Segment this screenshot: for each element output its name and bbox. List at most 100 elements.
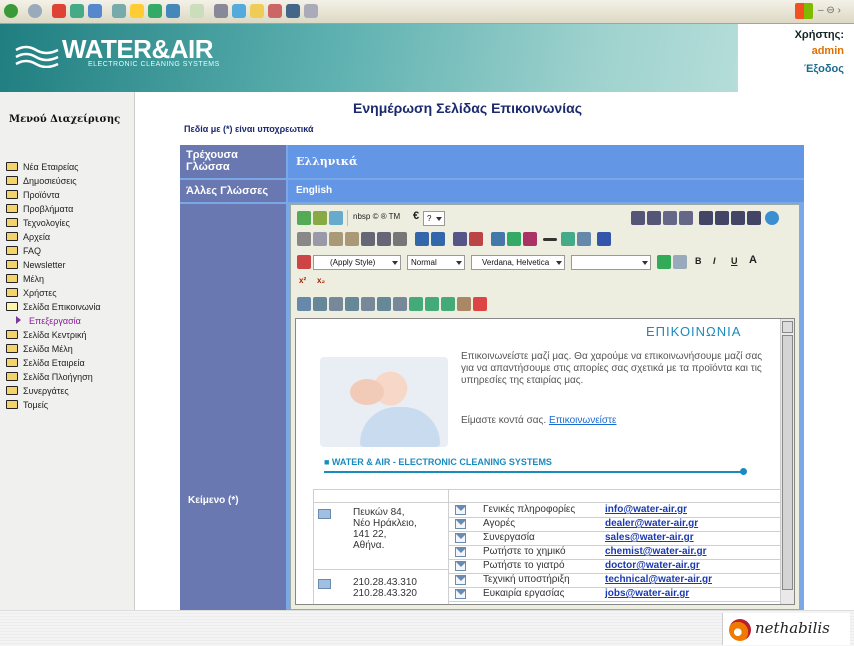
flash-icon[interactable] <box>523 232 537 246</box>
cut-icon[interactable] <box>297 232 311 246</box>
logout-link[interactable]: Έξοδος <box>738 63 844 75</box>
insert-image-icon[interactable] <box>561 232 575 246</box>
outdent-icon[interactable] <box>663 211 677 225</box>
insert-row-icon[interactable] <box>345 297 359 311</box>
sidebar-item-faq[interactable]: FAQ <box>6 244 101 258</box>
justify-icon[interactable] <box>747 211 761 225</box>
table-properties-icon[interactable] <box>297 297 311 311</box>
subscript-button[interactable]: x₂ <box>317 276 325 285</box>
align-right-icon[interactable] <box>731 211 745 225</box>
sidebar-item-problems[interactable]: Προβλήματα <box>6 202 101 216</box>
style-select[interactable]: (Apply Style) <box>313 255 401 270</box>
contact-email[interactable]: doctor@water-air.gr <box>605 560 700 571</box>
sidebar-item-main-page[interactable]: Σελίδα Κεντρική <box>6 328 101 342</box>
other-language-link[interactable]: English <box>288 180 804 202</box>
anchor-icon[interactable] <box>491 232 505 246</box>
split-cell-icon[interactable] <box>377 297 391 311</box>
contact-email[interactable]: technical@water-air.gr <box>605 574 712 585</box>
media-icon[interactable] <box>148 4 162 18</box>
align-center-icon[interactable] <box>715 211 729 225</box>
form-icon[interactable] <box>597 232 611 246</box>
scroll-thumb[interactable] <box>782 335 793 590</box>
contact-email[interactable]: sales@water-air.gr <box>605 532 694 543</box>
sidebar-item-edit[interactable]: Επεξεργασία <box>6 314 101 328</box>
sidebar-item-newsletter[interactable]: Newsletter <box>6 258 101 272</box>
mail-icon[interactable] <box>190 4 204 18</box>
table-icon[interactable] <box>313 211 327 225</box>
ordered-list-icon[interactable] <box>631 211 645 225</box>
delete-row-icon[interactable] <box>361 297 375 311</box>
paste-text-icon[interactable] <box>345 232 359 246</box>
edit-icon[interactable] <box>232 4 246 18</box>
insert-column-icon[interactable] <box>313 297 327 311</box>
undo-icon[interactable] <box>415 232 429 246</box>
research-icon[interactable] <box>268 4 282 18</box>
spellcheck-icon[interactable] <box>297 211 311 225</box>
euro-button[interactable]: € <box>413 210 419 222</box>
merge-cells-icon[interactable] <box>393 297 407 311</box>
forward-icon[interactable] <box>28 4 42 18</box>
cell-properties-icon[interactable] <box>409 297 423 311</box>
redo-icon[interactable] <box>431 232 445 246</box>
scroll-up-button[interactable] <box>782 321 793 333</box>
home-icon[interactable] <box>88 4 102 18</box>
contact-email[interactable]: chemist@water-air.gr <box>605 546 706 557</box>
font-a-button[interactable]: A <box>749 254 757 266</box>
sidebar-item-users[interactable]: Χρήστες <box>6 286 101 300</box>
help-icon[interactable] <box>765 211 779 225</box>
question-select[interactable]: ? <box>423 211 445 226</box>
search-icon[interactable] <box>112 4 126 18</box>
italic-button[interactable]: I <box>713 256 716 266</box>
history-icon[interactable] <box>166 4 180 18</box>
sidebar-item-members-page[interactable]: Σελίδα Μέλη <box>6 342 101 356</box>
contact-email[interactable]: jobs@water-air.gr <box>605 588 689 599</box>
contact-email[interactable]: dealer@water-air.gr <box>605 518 698 529</box>
bold-button[interactable]: B <box>695 256 702 266</box>
sidebar-item-contact-page[interactable]: Σελίδα Επικοινωνία <box>6 300 101 314</box>
column-properties-icon[interactable] <box>441 297 455 311</box>
calendar-icon[interactable] <box>473 297 487 311</box>
horizontal-rule-icon[interactable] <box>543 238 557 241</box>
messenger-icon[interactable] <box>286 4 300 18</box>
nethabilis-brand[interactable]: nethabilis <box>722 613 850 645</box>
editor-content-area[interactable]: ΕΠΙΚΟΙΝΩΝΙΑ Επικοινωνείστε μαζί μας. Θα … <box>295 318 795 605</box>
highlight-icon[interactable] <box>673 255 687 269</box>
sidebar-item-sectors[interactable]: Τομείς <box>6 398 101 412</box>
size-select[interactable] <box>571 255 651 270</box>
sidebar-item-company-page[interactable]: Σελίδα Εταιρεία <box>6 356 101 370</box>
sidebar-item-navigation-page[interactable]: Σελίδα Πλοήγηση <box>6 370 101 384</box>
sidebar-item-company-news[interactable]: Νέα Εταιρείας <box>6 160 101 174</box>
underline-button[interactable]: U <box>731 256 738 266</box>
superscript-button[interactable]: x² <box>299 276 306 285</box>
insert-table-icon[interactable] <box>577 232 591 246</box>
special-chars-icon[interactable] <box>329 211 343 225</box>
refresh-icon[interactable] <box>70 4 84 18</box>
print-icon[interactable] <box>214 4 228 18</box>
stop-icon[interactable] <box>52 4 66 18</box>
paste-icon[interactable] <box>329 232 343 246</box>
unlink-icon[interactable] <box>469 232 483 246</box>
delete-column-icon[interactable] <box>329 297 343 311</box>
window-controls[interactable]: – ⊖ › <box>818 5 841 16</box>
indent-icon[interactable] <box>679 211 693 225</box>
back-icon[interactable] <box>4 4 18 18</box>
sidebar-item-technologies[interactable]: Τεχνολογίες <box>6 216 101 230</box>
font-color-icon[interactable] <box>657 255 671 269</box>
print-editor-icon[interactable] <box>393 232 407 246</box>
unordered-list-icon[interactable] <box>647 211 661 225</box>
table-wizard-icon[interactable] <box>457 297 471 311</box>
discuss-icon[interactable] <box>250 4 264 18</box>
replace-icon[interactable] <box>377 232 391 246</box>
favorites-icon[interactable] <box>130 4 144 18</box>
format-select[interactable]: Normal <box>407 255 465 270</box>
image-icon[interactable] <box>507 232 521 246</box>
nbsp-symbols[interactable]: nbsp © ® TM <box>353 212 400 221</box>
sidebar-item-products[interactable]: Προϊόντα <box>6 188 101 202</box>
copy-icon[interactable] <box>313 232 327 246</box>
sidebar-item-files[interactable]: Αρχεία <box>6 230 101 244</box>
vertical-scrollbar[interactable] <box>780 319 794 604</box>
contact-email[interactable]: info@water-air.gr <box>605 504 687 515</box>
sidebar-item-members[interactable]: Μέλη <box>6 272 101 286</box>
tools-icon[interactable] <box>304 4 318 18</box>
row-properties-icon[interactable] <box>425 297 439 311</box>
